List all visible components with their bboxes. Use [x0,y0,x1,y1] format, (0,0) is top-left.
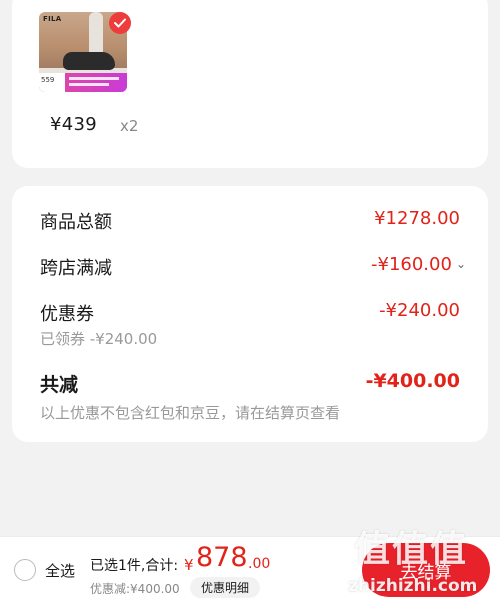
checkout-bar: 全选 已选1件,合计: ¥ 878 .00 优惠减:¥400.00 优惠明细 去… [0,536,500,603]
store-discount-toggle[interactable]: -¥160.00 ⌄ [371,254,466,275]
thumbnail-shoe [63,52,115,70]
total-label: 商品总额 [40,212,112,233]
selected-count: 已选1件,合计: [90,558,179,574]
select-all-label[interactable]: 全选 [45,560,75,581]
coupon-label: 优惠券 [40,304,94,325]
sum-discount-value: -¥400.00 [365,370,460,392]
thumbnail-promo-line [69,77,119,80]
store-discount-value: -¥160.00 [371,254,452,275]
discount-note: 以上优惠不包含红包和京豆，请在结算页查看 [40,404,341,422]
checkout-button[interactable]: 去结算 [362,543,490,597]
selected-check-icon[interactable] [109,12,131,34]
total-currency: ¥ [184,556,194,574]
price-summary-card: 商品总额 ¥1278.00 跨店满减 -¥160.00 ⌄ 优惠券 -¥240.0… [12,186,488,442]
product-card: FILA 559 ¥439 x2 [12,0,488,168]
chevron-down-icon: ⌄ [455,257,466,271]
product-price: ¥439 [50,114,98,135]
brand-logo: FILA [43,15,62,23]
sum-discount-label: 共减 [40,374,79,396]
total-amount-decimal: .00 [248,556,271,572]
discount-detail-button[interactable]: 优惠明细 [190,577,260,598]
product-quantity: x2 [120,117,139,135]
store-discount-label: 跨店满减 [40,258,112,279]
total-value: ¥1278.00 [374,208,460,229]
discount-summary: 优惠减:¥400.00 [90,582,180,596]
thumbnail-promo-line [69,83,109,86]
thumbnail-price: 559 [41,76,55,84]
coupon-value: -¥240.00 [379,300,460,321]
select-all-checkbox[interactable] [14,559,36,581]
total-amount: 878 [196,542,248,573]
coupon-received: 已领券 -¥240.00 [40,330,158,348]
